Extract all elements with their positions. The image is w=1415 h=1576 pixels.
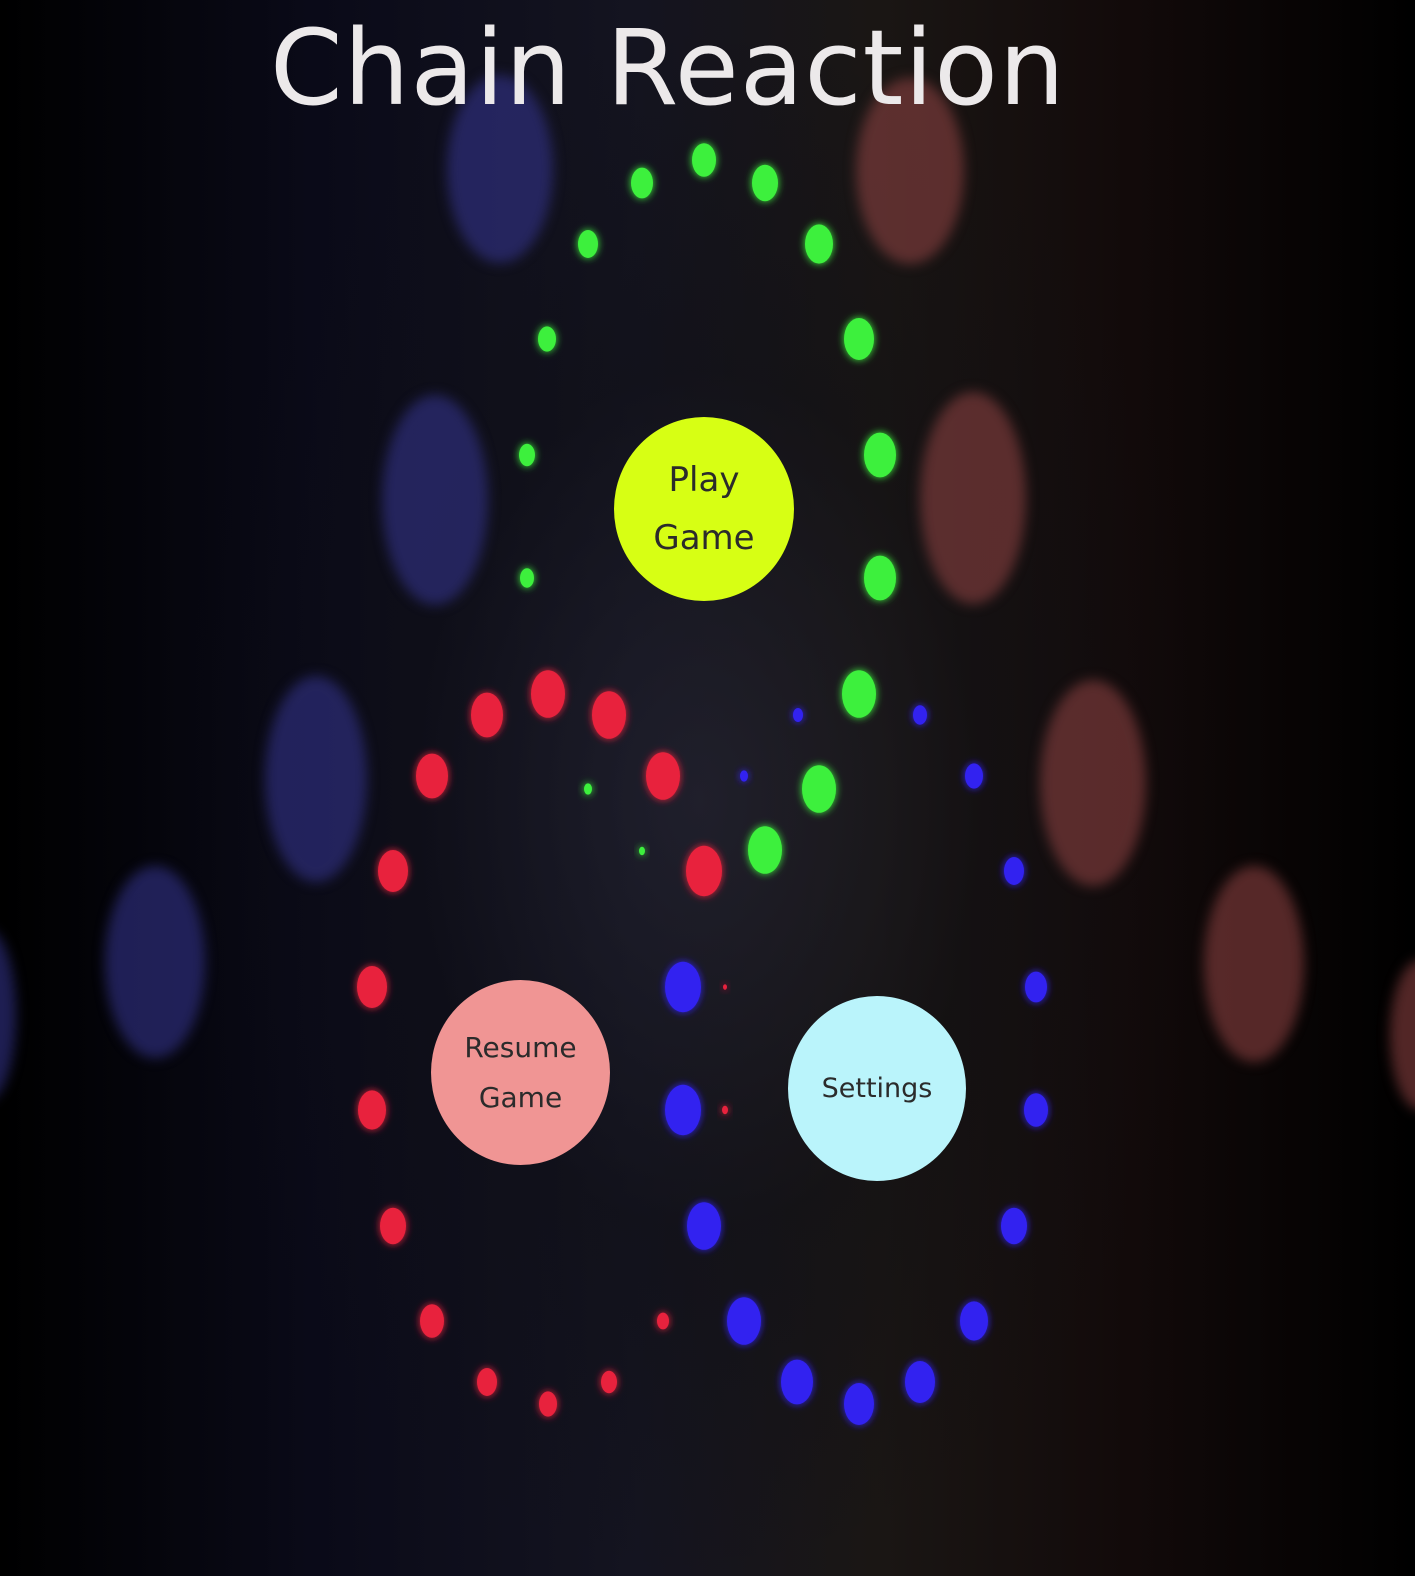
- ring-dot: [1025, 971, 1047, 1003]
- ring-dot: [358, 1090, 386, 1130]
- ring-dot: [965, 763, 983, 789]
- ring-dot: [646, 752, 680, 800]
- ring-dot: [722, 1105, 728, 1115]
- ring-dot: [864, 432, 896, 478]
- atom-rings-decoration: [357, 143, 1048, 1425]
- ring-dot: [752, 164, 778, 202]
- ring-dot: [723, 984, 727, 990]
- ring-dot: [665, 961, 701, 1013]
- ring-dot: [748, 826, 782, 874]
- ring-dot: [905, 1361, 935, 1403]
- ring-dot: [913, 705, 927, 725]
- ring-dot: [960, 1301, 988, 1341]
- ring-dot: [802, 765, 836, 813]
- ring-dot: [687, 1202, 721, 1250]
- ring-dot: [357, 966, 387, 1008]
- ring-dot: [416, 753, 448, 799]
- ring-dot: [639, 846, 645, 856]
- ring-dot: [601, 1370, 617, 1394]
- ring-dot: [380, 1207, 406, 1245]
- ring-dot: [477, 1368, 497, 1396]
- ring-dot: [1001, 1207, 1027, 1245]
- ring-dot: [471, 692, 503, 738]
- ring-dot: [578, 230, 598, 258]
- ring-dot: [531, 670, 565, 718]
- ring-dot: [665, 1084, 701, 1136]
- play-game-button[interactable]: Play Game: [614, 417, 794, 601]
- ring-dot: [657, 1312, 669, 1330]
- resume-label-line2: Game: [478, 1080, 563, 1114]
- play-label-line2: Game: [653, 518, 755, 558]
- ring-dot: [584, 783, 592, 795]
- menu-screen: Chain Reaction Play Game Resume Game Set…: [0, 0, 1415, 1576]
- settings-button[interactable]: Settings: [788, 996, 966, 1181]
- settings-label: Settings: [821, 1072, 933, 1104]
- resume-game-button[interactable]: Resume Game: [431, 980, 610, 1165]
- ring-dot: [844, 318, 874, 360]
- ring-dot: [420, 1304, 444, 1338]
- ring-dot: [520, 568, 534, 588]
- ring-dot: [1024, 1093, 1048, 1127]
- resume-label-line1: Resume: [464, 1030, 577, 1064]
- ring-dot: [378, 850, 408, 892]
- ring-dot: [631, 167, 653, 199]
- ring-dot: [1004, 857, 1024, 885]
- ring-dot: [844, 1383, 874, 1425]
- ring-dot: [842, 670, 876, 718]
- ring-dot: [692, 143, 716, 177]
- ring-dot: [592, 691, 626, 739]
- ring-dot: [740, 770, 748, 782]
- ring-dot: [864, 555, 896, 601]
- game-title: Chain Reaction: [270, 7, 1066, 129]
- ring-dot: [686, 845, 722, 897]
- ring-dot: [519, 443, 535, 467]
- ring-dot: [781, 1359, 813, 1405]
- ring-dot: [539, 1391, 557, 1417]
- ring-dot: [805, 224, 833, 264]
- ring-dot: [793, 708, 803, 722]
- ring-dot: [727, 1297, 761, 1345]
- ring-dot: [538, 326, 556, 352]
- play-label-line1: Play: [668, 460, 740, 500]
